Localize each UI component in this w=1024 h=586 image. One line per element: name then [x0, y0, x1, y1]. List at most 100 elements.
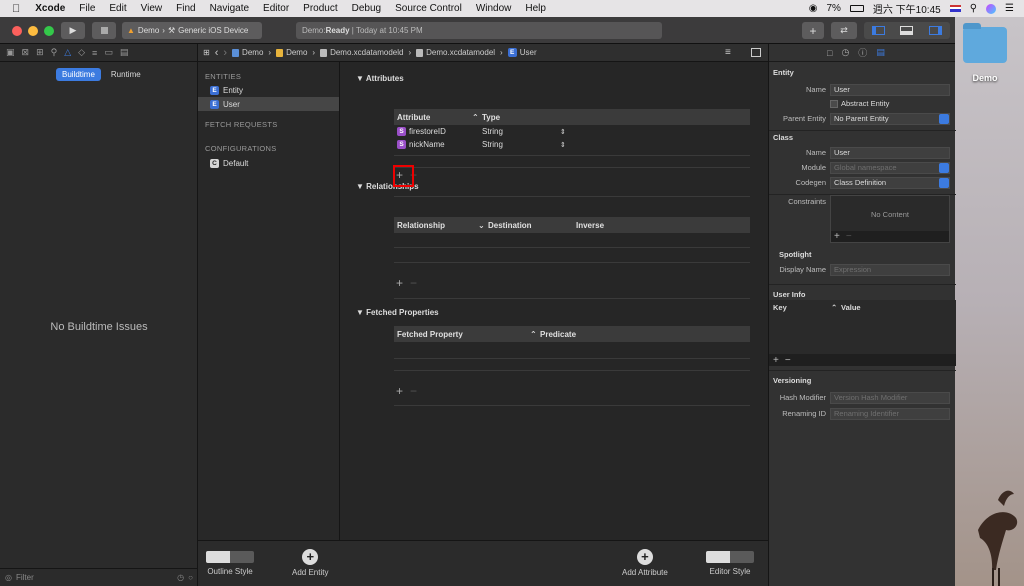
table-row[interactable]: SnickName String ⇕	[394, 138, 750, 151]
attribute-name[interactable]: nickName	[409, 140, 445, 149]
breadcrumb-entity[interactable]: E User	[507, 48, 537, 57]
entity-row[interactable]: E Entity	[198, 83, 339, 97]
run-button[interactable]: ▶	[61, 22, 85, 39]
menu-clock[interactable]: 週六 下午10:45	[873, 1, 941, 16]
renaming-id-field[interactable]: Renaming Identifier	[830, 408, 950, 420]
column-header-key[interactable]: Key	[769, 303, 831, 312]
filter-input[interactable]: Filter	[16, 573, 173, 582]
configuration-row[interactable]: C Default	[198, 156, 339, 170]
column-header-inverse[interactable]: Inverse	[576, 221, 604, 230]
constraints-list[interactable]: No Content + −	[830, 195, 950, 243]
warning-filter-icon[interactable]: ○	[188, 573, 193, 582]
display-name-field[interactable]: Expression	[830, 264, 950, 276]
hash-modifier-field[interactable]: Version Hash Modifier	[830, 392, 950, 404]
menu-navigate[interactable]: Navigate	[203, 3, 256, 14]
attribute-type[interactable]: String	[482, 140, 560, 149]
close-window-button[interactable]	[12, 26, 22, 36]
report-navigator-icon[interactable]: ▤	[120, 47, 129, 58]
column-header-relationship[interactable]: Relationship	[394, 221, 478, 230]
menu-product[interactable]: Product	[296, 3, 344, 14]
menu-editor[interactable]: Editor	[256, 3, 296, 14]
back-arrow-icon[interactable]: ‹	[215, 47, 219, 59]
siri-icon[interactable]	[986, 3, 997, 14]
project-navigator-icon[interactable]: ▣	[6, 47, 15, 58]
find-navigator-icon[interactable]: ⚲	[51, 47, 58, 58]
attribute-type[interactable]: String	[482, 127, 560, 136]
class-name-field[interactable]: User	[830, 147, 950, 159]
code-review-button[interactable]: ⇄	[831, 22, 857, 39]
add-attribute-button[interactable]: + Add Attribute	[622, 549, 668, 577]
editor-style-button[interactable]: Editor Style	[706, 551, 754, 576]
codegen-select[interactable]: Class Definition	[830, 177, 950, 189]
breakpoint-navigator-icon[interactable]: ▭	[104, 47, 113, 58]
attribute-name[interactable]: firestoreID	[409, 127, 446, 136]
module-select[interactable]: Global namespace	[830, 162, 950, 174]
battery-icon[interactable]	[849, 5, 864, 12]
column-header-attribute[interactable]: Attribute	[394, 113, 472, 122]
menu-file[interactable]: File	[72, 3, 102, 14]
column-header-predicate[interactable]: Predicate	[540, 330, 576, 339]
breadcrumb-model-bundle[interactable]: Demo.xcdatamodeld	[320, 48, 403, 57]
toggle-debug-area-icon[interactable]	[900, 26, 914, 35]
abstract-entity-checkbox[interactable]: Abstract Entity	[830, 99, 889, 108]
column-header-value[interactable]: Value	[841, 303, 861, 312]
wifi-icon[interactable]: ◉	[809, 3, 818, 14]
folder-icon[interactable]	[963, 23, 1007, 63]
add-user-info-button[interactable]: +	[773, 355, 779, 366]
clock-filter-icon[interactable]: ◷	[177, 573, 184, 582]
forward-arrow-icon[interactable]: ›	[223, 47, 227, 59]
add-fetched-property-button[interactable]: +	[396, 384, 403, 398]
data-model-inspector-icon[interactable]: ▤	[876, 47, 885, 58]
breadcrumb-group[interactable]: Demo	[276, 48, 307, 57]
related-items-icon[interactable]: ⊞	[203, 48, 210, 57]
tab-buildtime[interactable]: Buildtime	[56, 68, 101, 81]
menu-edit[interactable]: Edit	[102, 3, 133, 14]
library-button[interactable]: +	[802, 22, 824, 39]
help-inspector-icon[interactable]: ⓘ	[858, 46, 867, 59]
spotlight-search-icon[interactable]: ⚲	[970, 3, 977, 14]
menu-debug[interactable]: Debug	[345, 3, 388, 14]
issue-navigator-icon[interactable]: △	[64, 47, 71, 58]
breadcrumb-model[interactable]: Demo.xcdatamodel	[416, 48, 495, 57]
remove-fetched-property-button[interactable]: −	[410, 384, 417, 398]
breadcrumb-project[interactable]: Demo	[232, 48, 263, 57]
source-control-navigator-icon[interactable]: ⊠	[22, 47, 30, 58]
debug-navigator-icon[interactable]: ≡	[92, 48, 97, 58]
history-inspector-icon[interactable]: ◷	[841, 47, 849, 58]
menu-source-control[interactable]: Source Control	[388, 3, 469, 14]
column-header-type[interactable]: Type	[482, 113, 500, 122]
add-relationship-button[interactable]: +	[396, 276, 403, 290]
menu-view[interactable]: View	[134, 3, 170, 14]
lines-list-icon[interactable]: ≡	[725, 47, 731, 58]
stop-button[interactable]	[92, 22, 116, 39]
scheme-selector[interactable]: ▲ Demo › ⚒ Generic iOS Device	[122, 22, 262, 39]
input-flag-icon[interactable]	[949, 5, 961, 12]
outline-style-button[interactable]: Outline Style	[206, 551, 254, 576]
toggle-inspector-icon[interactable]	[929, 26, 943, 35]
type-popup-arrows-icon[interactable]: ⇕	[560, 141, 566, 149]
attributes-section-header[interactable]: ▼ Attributes	[356, 74, 404, 83]
entity-name-field[interactable]: User	[830, 84, 950, 96]
remove-relationship-button[interactable]: −	[410, 276, 417, 290]
file-inspector-icon[interactable]: □	[827, 48, 832, 58]
type-popup-arrows-icon[interactable]: ⇕	[560, 128, 566, 136]
entity-row[interactable]: E User	[198, 97, 339, 111]
column-header-fetched-property[interactable]: Fetched Property	[394, 330, 530, 339]
desktop-folder-label[interactable]: Demo	[961, 73, 1009, 83]
remove-user-info-button[interactable]: −	[785, 355, 791, 366]
test-navigator-icon[interactable]: ◇	[78, 47, 85, 58]
add-editor-icon[interactable]	[751, 48, 761, 57]
tab-runtime[interactable]: Runtime	[105, 68, 147, 81]
minimize-window-button[interactable]	[28, 26, 38, 36]
menu-xcode[interactable]: Xcode	[28, 3, 72, 14]
menu-find[interactable]: Find	[169, 3, 202, 14]
notification-center-icon[interactable]: ☰	[1005, 3, 1014, 14]
table-row[interactable]: SfirestoreID String ⇕	[394, 125, 750, 138]
apple-menu-icon[interactable]: 	[0, 3, 28, 15]
menu-window[interactable]: Window	[469, 3, 519, 14]
remove-constraint-button[interactable]: −	[846, 231, 852, 242]
fetched-properties-section-header[interactable]: ▼ Fetched Properties	[356, 308, 439, 317]
column-header-destination[interactable]: Destination	[488, 221, 576, 230]
add-constraint-button[interactable]: +	[834, 231, 840, 242]
menu-help[interactable]: Help	[518, 3, 553, 14]
